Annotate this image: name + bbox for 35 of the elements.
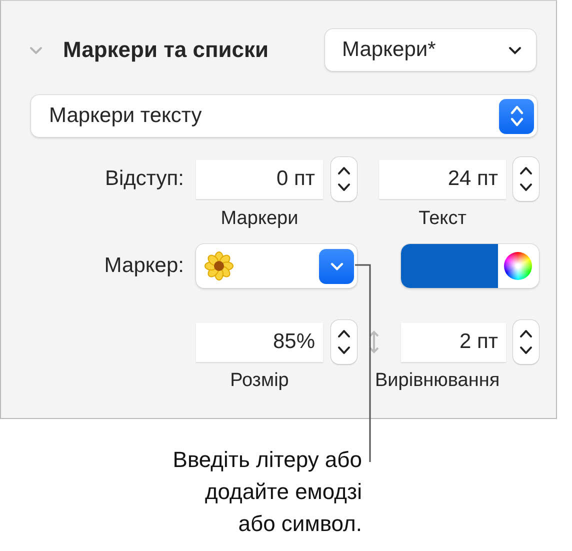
color-wheel-icon[interactable] — [504, 252, 532, 280]
callout-text: Введіть літеру або додайте емодзі або символ. — [172, 446, 362, 538]
number-field[interactable]: 0 пт — [196, 160, 323, 198]
stepper[interactable] — [331, 320, 357, 364]
down-chevron-icon — [519, 346, 533, 355]
up-down-chevron-icon — [510, 104, 524, 128]
field-caption: Розмір — [229, 370, 290, 392]
down-chevron-icon — [337, 346, 351, 355]
stepper[interactable] — [513, 157, 539, 201]
bullet-popup[interactable] — [196, 244, 357, 288]
field-caption: Маркери — [220, 208, 300, 230]
stepper[interactable] — [513, 320, 539, 364]
style-popup[interactable]: Маркери* — [325, 29, 536, 71]
indent-label: Відступ: — [104, 167, 184, 191]
field-caption: Текст — [418, 208, 468, 230]
chevron-down-icon — [508, 46, 522, 54]
number-field[interactable]: 24 пт — [379, 160, 506, 198]
number-field[interactable]: 2 пт — [401, 322, 506, 362]
down-chevron-icon — [519, 183, 533, 192]
section-title: Маркери та списки — [63, 37, 270, 63]
up-chevron-icon — [519, 166, 533, 175]
flower-icon — [204, 251, 234, 281]
color-well[interactable] — [401, 244, 539, 288]
list-type-popup[interactable]: Маркери тексту — [31, 95, 537, 137]
vertical-arrow-icon — [369, 330, 379, 354]
up-chevron-icon — [337, 329, 351, 338]
up-chevron-icon — [519, 329, 533, 338]
stepper[interactable] — [331, 157, 357, 201]
down-chevron-icon — [337, 183, 351, 192]
bullet-label: Маркер: — [103, 254, 184, 278]
number-field[interactable]: 85% — [196, 322, 323, 362]
up-chevron-icon — [337, 166, 351, 175]
color-swatch[interactable] — [401, 244, 498, 288]
chevron-down-icon — [330, 262, 344, 270]
field-caption: Вирівнювання — [375, 370, 500, 392]
